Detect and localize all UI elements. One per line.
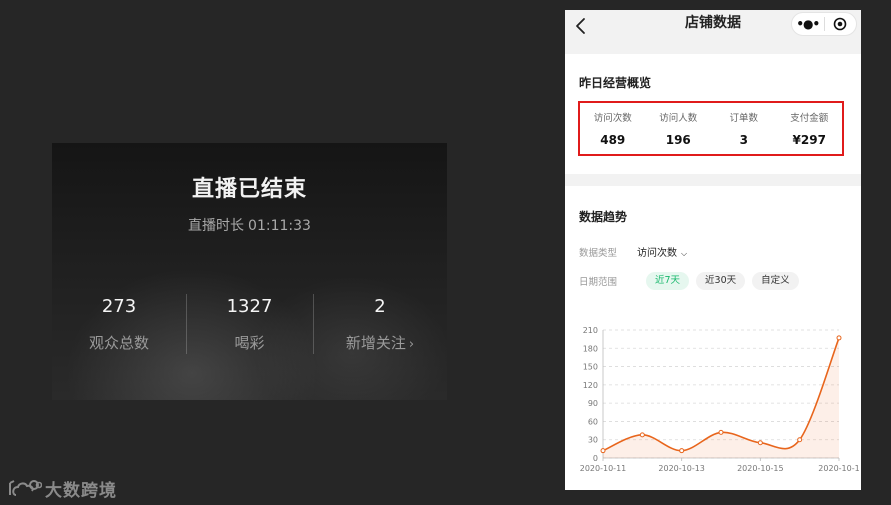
trend-title: 数据趋势 [579,210,628,224]
stat-value: 273 [101,296,137,317]
live-duration-label: 直播时长 [188,218,245,234]
y-tick-label: 30 [588,436,598,445]
overview-visitors: 访问人数 196 [646,103,712,154]
stat-audience-total: 273 观众总数 [52,294,186,354]
stat-label-text: 新增关注 [345,334,406,352]
menu-capsule: •●• [791,12,857,36]
y-tick-label: 60 [588,417,598,426]
overview-orders: 订单数 3 [711,103,777,154]
overview-label: 访问次数 [593,113,632,124]
data-type-label: 数据类型 [579,247,618,259]
stat-label: 喝彩 [234,334,265,352]
live-ended-title: 直播已结束 [191,177,307,202]
phone-screen: 店铺数据 •●• 昨日经营概览 访问次数 489 访问人数 196 订单数 3 … [565,10,861,490]
y-tick-label: 120 [583,381,598,390]
stat-new-followers[interactable]: 2 新增关注 › [313,294,447,354]
trend-section: 数据趋势 数据类型 访问次数 ⌵ 日期范围 近7天 近30天 自定义 0 30 60 9… [565,186,861,490]
data-type-row: 数据类型 访问次数 ⌵ [579,244,687,260]
stat-label: 新增关注 › [313,332,447,353]
live-ended-card: 直播已结束 直播时长 01:11:33 273 观众总数 1327 喝彩 2 新增… [52,143,447,400]
cloud-link-logo-icon [9,480,42,496]
data-point [639,432,645,438]
x-tick-label: 2020-10-11 [580,464,627,473]
data-point [836,335,842,341]
overview-value: ¥297 [792,133,826,147]
chevron-right-icon: › [408,337,415,352]
data-point [797,437,803,443]
overview-label: 支付金额 [790,113,829,124]
data-point [600,448,606,454]
date-range-label: 日期范围 [579,277,618,288]
date-range-row: 日期范围 近7天 近30天 自定义 [579,272,806,290]
data-type-select[interactable]: 访问次数 ⌵ [637,244,687,259]
y-tick-label: 90 [588,399,598,408]
overview-value: 3 [739,133,748,147]
data-point [757,440,763,446]
live-stats: 273 观众总数 1327 喝彩 2 新增关注 › [52,294,447,354]
data-type-value: 访问次数 [637,248,677,259]
range-pill-custom[interactable]: 自定义 [752,272,799,290]
x-tick-label: 2020-10-13 [658,464,705,473]
chevron-down-icon: ⌵ [681,249,688,258]
stat-value: 1327 [226,296,273,317]
target-close-icon[interactable] [825,17,857,31]
overview-value: 489 [600,133,626,147]
data-point [718,429,724,435]
range-pill-30d[interactable]: 近30天 [696,272,746,290]
x-tick-label: 2020-10-1 [818,464,859,473]
stat-value: 2 [374,296,386,317]
range-pill-7d[interactable]: 近7天 [646,272,690,290]
series-area [603,337,839,458]
nav-bar: 店铺数据 •●• [565,10,861,44]
y-tick-label: 180 [583,344,598,353]
x-tick-label: 2020-10-15 [737,464,784,473]
y-tick-label: 210 [583,326,598,335]
overview-payment: 支付金额 ¥297 [777,103,843,154]
overview-label: 访问人数 [659,113,698,124]
data-point [679,448,685,454]
overview-highlight-box: 访问次数 489 访问人数 196 订单数 3 支付金额 ¥297 [578,101,844,156]
trend-line-chart: 0 30 60 90 120 150 180 210 2020-10-11 2020-10-13 2… [580,326,860,473]
y-tick-label: 0 [593,454,598,463]
watermark-text: 大数跨境 [45,480,117,501]
live-duration: 直播时长 01:11:33 [52,215,447,235]
overview-visits: 访问次数 489 [580,103,646,154]
overview-section: 昨日经营概览 访问次数 489 访问人数 196 订单数 3 支付金额 ¥297 [565,54,861,174]
more-dots-icon[interactable]: •●• [792,17,824,31]
live-duration-value: 01:11:33 [248,218,311,234]
stat-label: 观众总数 [88,334,149,352]
stat-cheers: 1327 喝彩 [186,294,313,354]
y-tick-label: 150 [583,363,598,372]
overview-label: 订单数 [729,113,758,124]
overview-value: 196 [665,133,691,147]
watermark: 大数跨境 [8,476,117,501]
overview-title: 昨日经营概览 [579,76,652,90]
